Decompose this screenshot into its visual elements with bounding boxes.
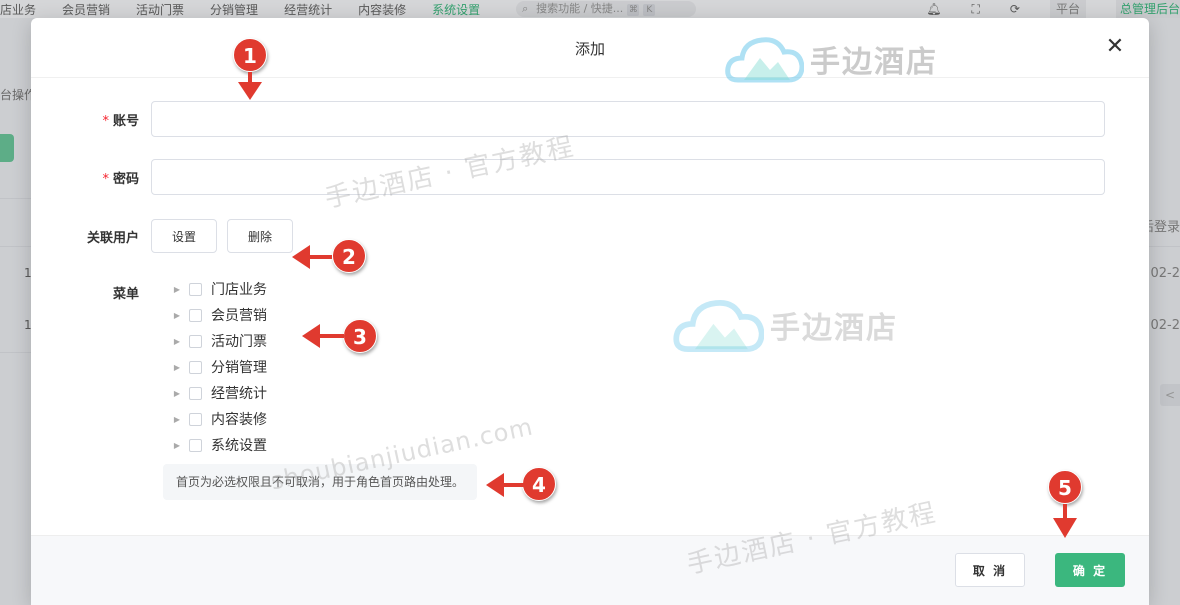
- caret-right-icon[interactable]: ▶: [171, 389, 183, 398]
- annotation-arrow-down: [1053, 504, 1077, 538]
- required-asterisk: *: [102, 113, 109, 129]
- tree-node-system-settings[interactable]: ▶ 系统设置: [171, 432, 267, 458]
- password-label: * 密码: [31, 168, 151, 187]
- caret-right-icon[interactable]: ▶: [171, 363, 183, 372]
- tree-node-label: 活动门票: [211, 334, 267, 350]
- tree-node-label: 门店业务: [211, 282, 267, 298]
- close-icon[interactable]: ✕: [1103, 35, 1127, 59]
- dialog-title: 添加: [574, 40, 605, 58]
- required-asterisk: *: [102, 171, 109, 187]
- confirm-button[interactable]: 确 定: [1055, 553, 1125, 587]
- password-label-text: 密码: [112, 171, 139, 187]
- annotation-arrow-left: [486, 473, 524, 497]
- tree-checkbox[interactable]: [189, 438, 202, 452]
- tree-node-store[interactable]: ▶ 门店业务: [171, 276, 267, 302]
- caret-right-icon[interactable]: ▶: [171, 415, 183, 424]
- password-input[interactable]: [151, 159, 1105, 195]
- brand-watermark: 手边酒店: [672, 290, 898, 360]
- tree-node-label: 分销管理: [211, 360, 267, 376]
- account-label: * 账号: [31, 110, 151, 129]
- menu-permission-tree: ▶ 门店业务 ▶ 会员营销 ▶ 活动门票 ▶ 分销管理 ▶ 经营统计 ▶ 内容装修 ▶ 系统设…: [171, 276, 267, 458]
- brand-watermark: 手边酒店: [724, 30, 938, 88]
- annotation-marker-4: 4: [522, 467, 556, 501]
- tree-node-label: 经营统计: [211, 386, 267, 402]
- menu-row: 菜单: [31, 283, 151, 302]
- brand-watermark-text: 手边酒店: [810, 45, 938, 80]
- dialog-header: 添加 ✕: [31, 18, 1149, 78]
- tree-checkbox[interactable]: [189, 412, 202, 426]
- account-input[interactable]: [151, 101, 1105, 137]
- tree-checkbox[interactable]: [189, 334, 202, 348]
- cloud-mountain-logo-icon: [673, 299, 764, 353]
- tree-checkbox[interactable]: [189, 308, 202, 322]
- tree-node-content-decoration[interactable]: ▶ 内容装修: [171, 406, 267, 432]
- annotation-marker-3: 3: [343, 319, 377, 353]
- password-row: * 密码: [31, 159, 1105, 195]
- delete-linked-user-button[interactable]: 删除: [227, 219, 293, 253]
- tree-node-label: 系统设置: [211, 438, 267, 454]
- annotation-arrow-left: [302, 324, 344, 348]
- tree-node-label: 会员营销: [211, 308, 267, 324]
- tree-checkbox[interactable]: [189, 386, 202, 400]
- tree-node-distribution[interactable]: ▶ 分销管理: [171, 354, 267, 380]
- linked-user-label: 关联用户: [86, 230, 139, 246]
- cancel-button[interactable]: 取 消: [955, 553, 1025, 587]
- tree-node-statistics[interactable]: ▶ 经营统计: [171, 380, 267, 406]
- tree-node-activity-tickets[interactable]: ▶ 活动门票: [171, 328, 267, 354]
- cloud-mountain-logo-icon: [725, 37, 804, 83]
- caret-right-icon[interactable]: ▶: [171, 285, 183, 294]
- linked-user-row: 关联用户 设置 删除: [31, 219, 303, 253]
- caret-right-icon[interactable]: ▶: [171, 311, 183, 320]
- menu-label: 菜单: [112, 287, 139, 302]
- tree-node-label: 内容装修: [211, 412, 267, 428]
- brand-watermark-text: 手边酒店: [770, 311, 898, 346]
- add-dialog: 添加 ✕ * 账号 * 密码 关联用户 设置 删除 菜单 ▶ 门店业务 ▶ 会员营销 ▶…: [31, 18, 1149, 605]
- tree-checkbox[interactable]: [189, 360, 202, 374]
- tree-node-member-marketing[interactable]: ▶ 会员营销: [171, 302, 267, 328]
- annotation-marker-1: 1: [233, 38, 267, 72]
- tree-checkbox[interactable]: [189, 282, 202, 296]
- dialog-footer: 取 消 确 定: [31, 535, 1149, 605]
- annotation-marker-5: 5: [1048, 470, 1082, 504]
- set-linked-user-button[interactable]: 设置: [151, 219, 217, 253]
- annotation-arrow-down: [238, 72, 262, 100]
- caret-right-icon[interactable]: ▶: [171, 337, 183, 346]
- caret-right-icon[interactable]: ▶: [171, 441, 183, 450]
- account-label-text: 账号: [112, 113, 139, 129]
- annotation-marker-2: 2: [332, 239, 366, 273]
- annotation-arrow-left: [292, 245, 332, 269]
